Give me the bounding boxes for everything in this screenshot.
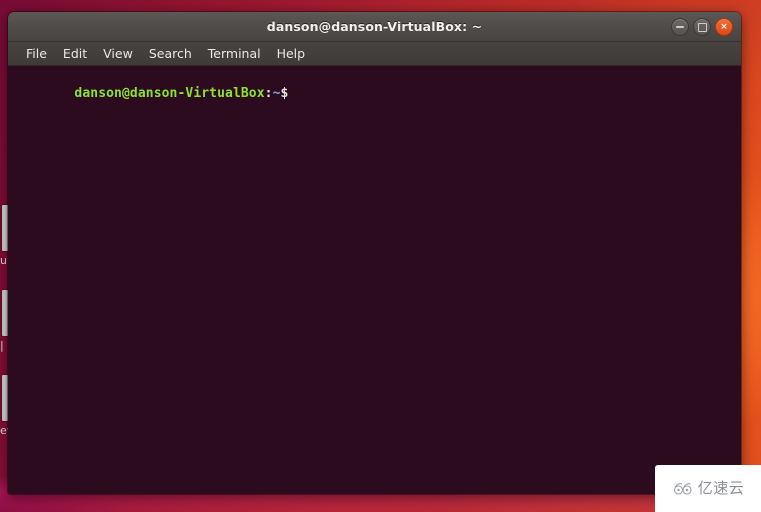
cloud-logo-icon bbox=[673, 482, 692, 495]
prompt-user-host: danson@danson-VirtualBox bbox=[74, 86, 265, 101]
prompt-path: ~ bbox=[272, 86, 281, 101]
menu-item-help[interactable]: Help bbox=[269, 42, 314, 65]
menu-item-file[interactable]: File bbox=[18, 42, 55, 65]
maximize-icon bbox=[698, 23, 707, 32]
close-button[interactable]: × bbox=[715, 18, 733, 36]
menubar: File Edit View Search Terminal Help bbox=[8, 42, 741, 66]
menu-item-edit[interactable]: Edit bbox=[55, 42, 95, 65]
close-icon: × bbox=[720, 21, 728, 32]
screen: u | ev danson@danson-VirtualBox: ~ × Fil… bbox=[0, 0, 761, 512]
prompt-separator: : bbox=[264, 86, 273, 101]
terminal-window[interactable]: danson@danson-VirtualBox: ~ × File Edit … bbox=[8, 12, 741, 494]
minimize-icon bbox=[676, 26, 684, 28]
minimize-button[interactable] bbox=[671, 18, 689, 36]
text-cursor bbox=[288, 86, 295, 99]
titlebar[interactable]: danson@danson-VirtualBox: ~ × bbox=[8, 12, 741, 42]
watermark: 亿速云 bbox=[655, 465, 761, 512]
watermark-text: 亿速云 bbox=[697, 479, 745, 497]
maximize-button[interactable] bbox=[693, 18, 711, 36]
prompt-line: danson@danson-VirtualBox:~$ bbox=[11, 70, 741, 118]
prompt-symbol: $ bbox=[280, 86, 289, 101]
menu-item-view[interactable]: View bbox=[95, 42, 141, 65]
window-title: danson@danson-VirtualBox: ~ bbox=[266, 19, 483, 34]
menu-item-search[interactable]: Search bbox=[141, 42, 200, 65]
window-controls: × bbox=[671, 18, 733, 36]
terminal-output[interactable]: danson@danson-VirtualBox:~$ bbox=[8, 66, 741, 494]
menu-item-terminal[interactable]: Terminal bbox=[200, 42, 269, 65]
